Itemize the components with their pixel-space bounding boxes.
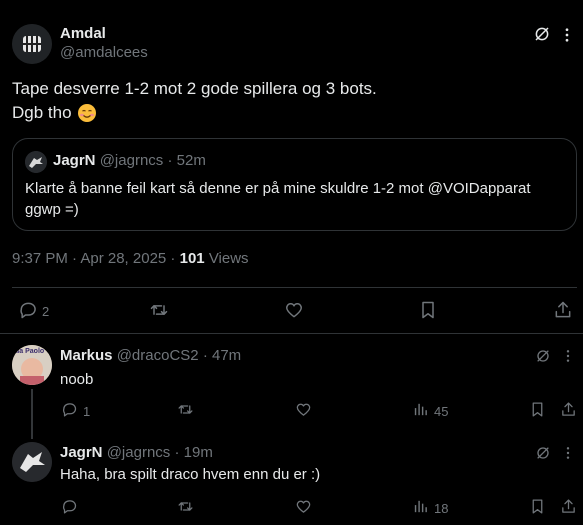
views-count: 101 (179, 250, 205, 267)
reply-author-name[interactable]: JagrN (60, 444, 103, 461)
reply-separator: · (202, 347, 208, 364)
author-avatar[interactable] (12, 24, 52, 64)
author-name[interactable]: Amdal (60, 25, 106, 42)
retweet-icon[interactable] (177, 498, 194, 515)
heart-icon[interactable] (284, 300, 304, 320)
more-icon[interactable] (560, 445, 576, 461)
post-text-line2-content: Dgb tho (12, 103, 72, 122)
retweet-icon[interactable] (149, 300, 169, 320)
quote-time: 52m (176, 152, 206, 169)
reply-icon[interactable] (18, 300, 38, 320)
share-icon[interactable] (560, 401, 577, 418)
reply-author-handle[interactable]: @dracoCS2 (117, 347, 199, 364)
quote-header: JagrN @jagrncs · 52m (53, 152, 206, 169)
quote-author-handle: @jagrncs (99, 152, 164, 169)
quote-text-line1: Klarte å banne feil kart så denne er på … (25, 180, 531, 197)
more-icon[interactable] (558, 26, 576, 44)
views-icon[interactable] (412, 498, 429, 515)
reply-text: Haha, bra spilt draco hvem enn du er :) (60, 466, 321, 483)
reply-text: noob (60, 371, 94, 388)
bookmark-icon[interactable] (529, 401, 546, 418)
post-text-line2: Dgb tho ☺️ (12, 103, 97, 123)
reply-time[interactable]: 47m (212, 347, 241, 364)
reply-icon[interactable] (61, 498, 78, 515)
reply-header: JagrN @jagrncs · 19m (60, 444, 213, 461)
reply-separator: · (174, 444, 180, 461)
views-icon[interactable] (412, 401, 429, 418)
quoted-tweet[interactable]: JagrN @jagrncs · 52m Klarte å banne feil… (12, 138, 577, 231)
more-icon[interactable] (560, 348, 576, 364)
share-icon[interactable] (553, 300, 573, 320)
quote-separator: · (167, 152, 173, 169)
smiling-face-icon (77, 104, 96, 122)
post-timestamp[interactable]: 9:37 PM · Apr 28, 2025 · (12, 250, 175, 267)
reply-time[interactable]: 19m (184, 444, 213, 461)
views-label: Views (208, 250, 249, 267)
author-handle[interactable]: @amdalcees (60, 44, 148, 61)
reply-avatar-text: da Paolo (15, 348, 45, 355)
bookmark-icon[interactable] (529, 498, 546, 515)
post-text-line1: Tape desverre 1-2 mot 2 gode spillera og… (12, 79, 377, 98)
reply-header: Markus @dracoCS2 · 47m (60, 347, 241, 364)
grok-icon[interactable] (533, 25, 551, 43)
reply-avatar[interactable] (12, 442, 52, 482)
divider (12, 287, 577, 288)
reply-icon[interactable] (61, 401, 78, 418)
heart-icon[interactable] (295, 401, 312, 418)
reply-count: 1 (83, 404, 91, 419)
quote-author-name: JagrN (53, 152, 96, 169)
grok-icon[interactable] (535, 348, 551, 364)
bookmark-icon[interactable] (418, 300, 438, 320)
quote-text-line2: ggwp =) (25, 201, 79, 218)
heart-icon[interactable] (295, 498, 312, 515)
divider (0, 333, 583, 334)
reply-count: 2 (42, 304, 50, 319)
reply-avatar[interactable]: da Paolo (12, 345, 52, 385)
thread-line (31, 389, 33, 439)
reply-author-name[interactable]: Markus (60, 347, 113, 364)
post-meta: 9:37 PM · Apr 28, 2025 · 101 Views (12, 250, 249, 267)
views-count: 18 (434, 501, 449, 516)
retweet-icon[interactable] (177, 401, 194, 418)
views-count: 45 (434, 404, 449, 419)
grok-icon[interactable] (535, 445, 551, 461)
quote-author-avatar (25, 151, 47, 173)
reply-author-handle[interactable]: @jagrncs (107, 444, 171, 461)
share-icon[interactable] (560, 498, 577, 515)
